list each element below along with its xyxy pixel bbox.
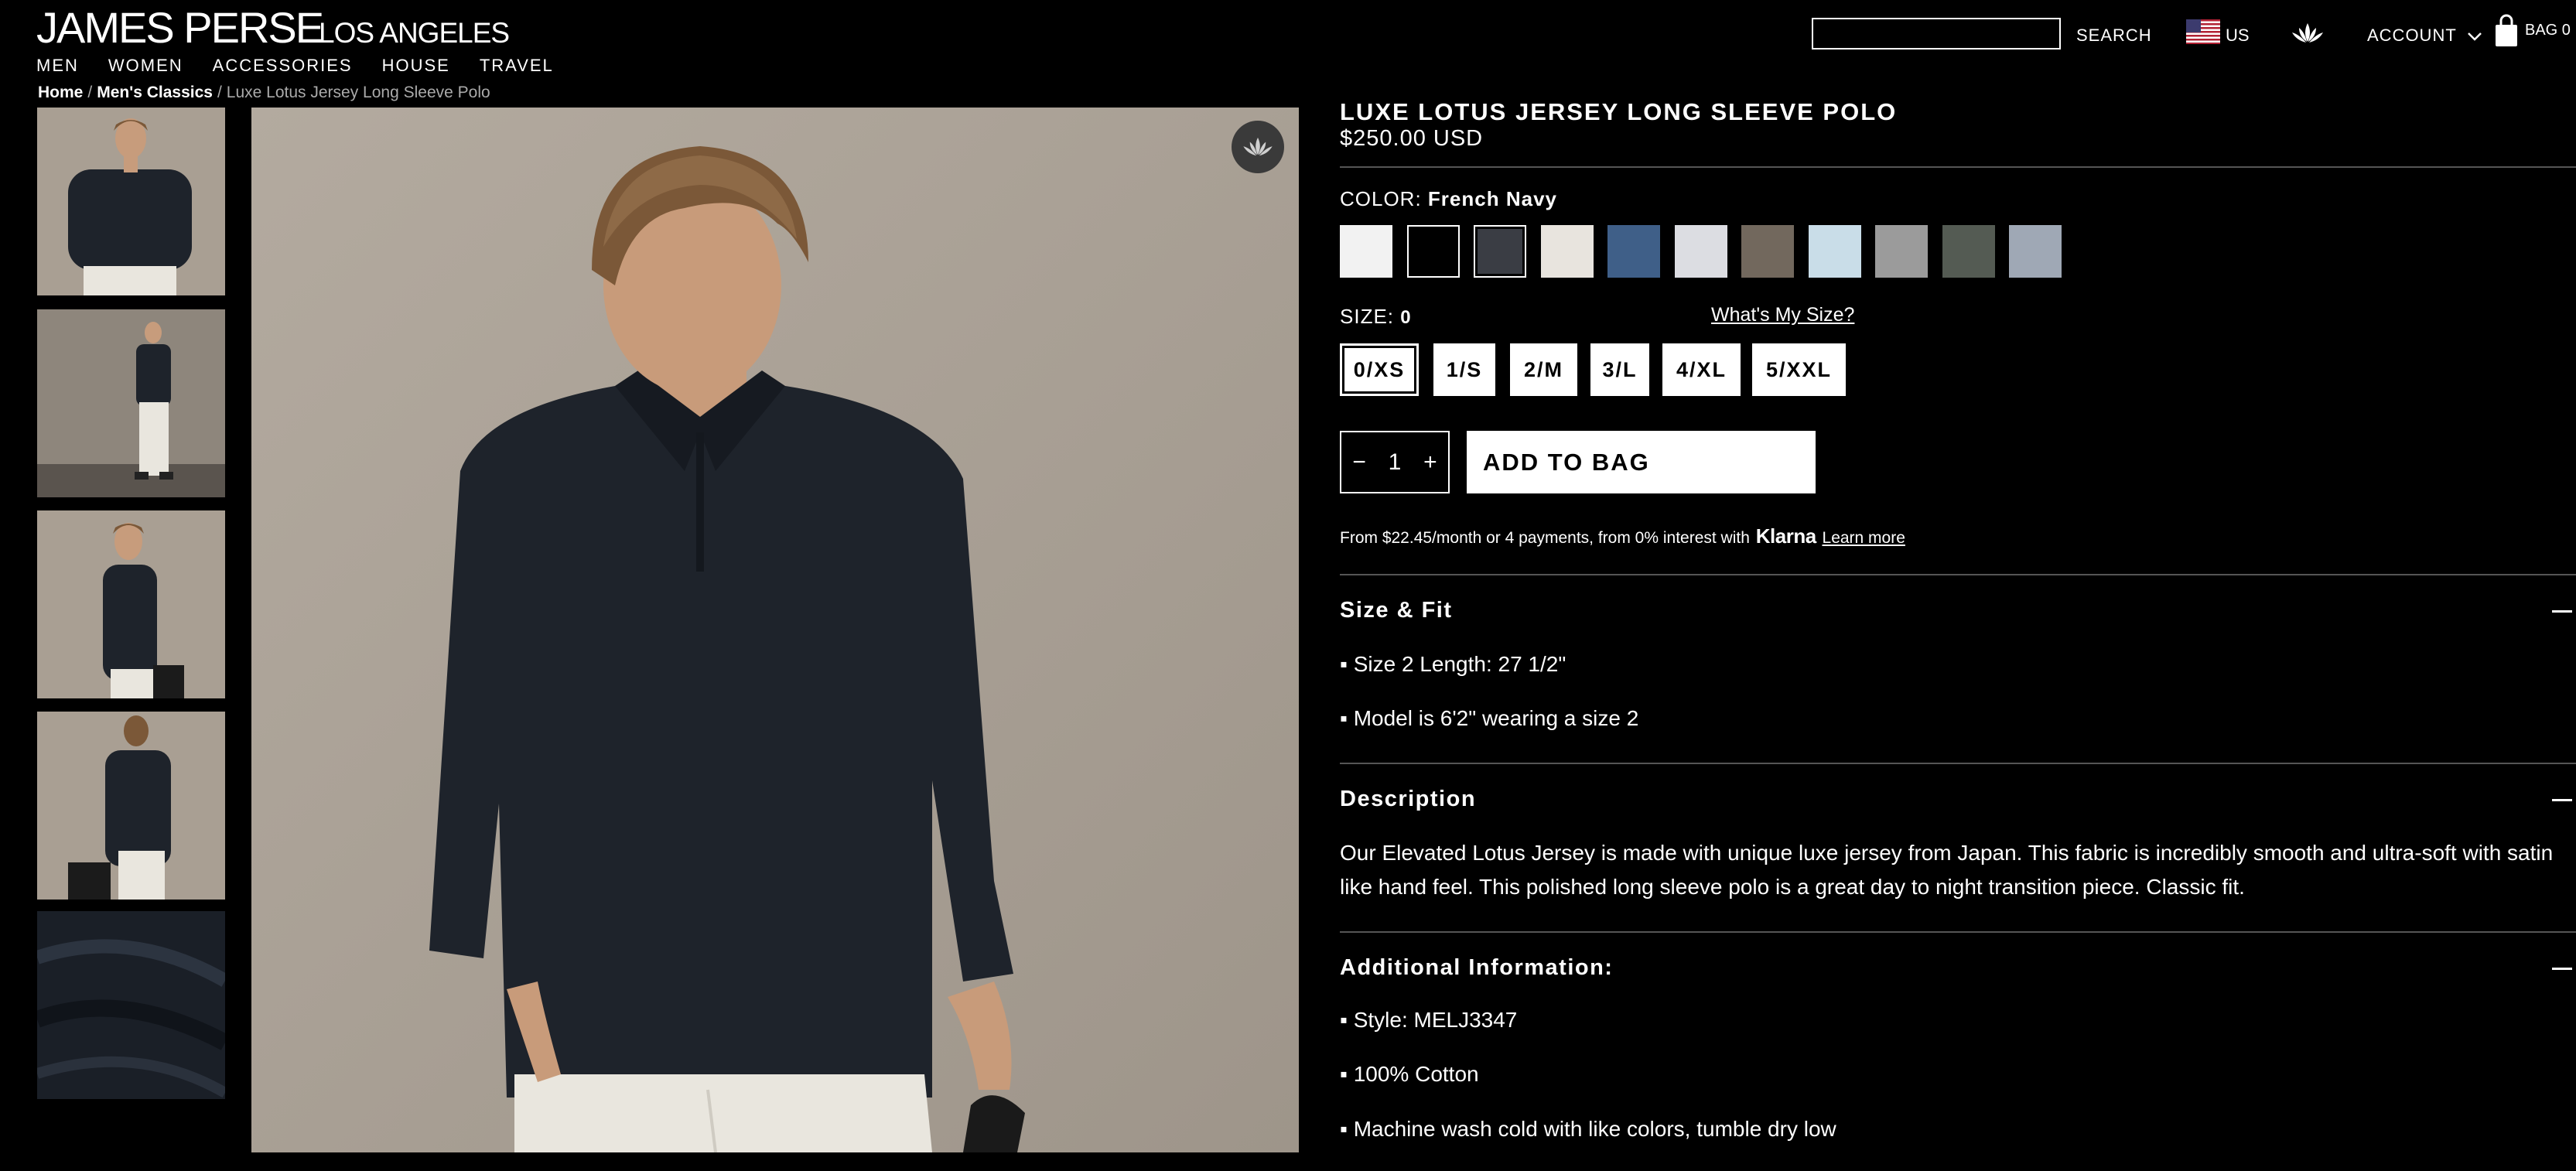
region-label[interactable]: US [2226, 26, 2250, 46]
breadcrumb-separator: / [87, 84, 93, 101]
nav-item-men[interactable]: MEN [36, 56, 79, 76]
selected-color: French Navy [1427, 187, 1557, 210]
color-swatch[interactable] [1541, 225, 1594, 278]
thumbnail-image [37, 712, 225, 900]
size-button-2-m[interactable]: 2/M [1510, 343, 1577, 396]
color-swatch[interactable] [1809, 225, 1861, 278]
whats-my-size-link[interactable]: What's My Size? [1711, 304, 1854, 326]
color-swatch[interactable] [2009, 225, 2062, 278]
us-flag-icon[interactable] [2186, 19, 2220, 44]
nav-item-women[interactable]: WOMEN [108, 56, 183, 76]
quantity-value: 1 [1388, 449, 1402, 475]
breadcrumb-current: Luxe Lotus Jersey Long Sleeve Polo [226, 84, 490, 101]
product-price: $250.00 USD [1340, 126, 1484, 151]
product-thumbnail[interactable] [37, 108, 225, 295]
bag-count[interactable]: BAG 0 [2525, 22, 2571, 39]
color-swatch[interactable] [1675, 225, 1727, 278]
description-accordion-header[interactable]: Description [1340, 787, 1476, 812]
color-label-text: COLOR: [1340, 187, 1422, 210]
add-to-bag-button[interactable]: ADD TO BAG [1467, 431, 1816, 493]
brand-logo-subtitle: LOS ANGELES [319, 17, 510, 49]
selected-size: 0 [1400, 307, 1412, 328]
product-thumbnail[interactable] [37, 510, 225, 698]
color-swatch[interactable] [1407, 225, 1460, 278]
divider [1340, 574, 2576, 575]
search-button[interactable]: SEARCH [2076, 26, 2152, 46]
breadcrumb-home[interactable]: Home [38, 84, 83, 101]
color-swatch[interactable] [1875, 225, 1928, 278]
product-thumbnail[interactable] [37, 911, 225, 1099]
brand-badge [1232, 121, 1284, 173]
additional-info-item: ▪ Style: MELJ3347 [1340, 1008, 1518, 1032]
product-thumbnail[interactable] [37, 712, 225, 900]
collapse-icon[interactable] [2552, 799, 2572, 801]
color-swatch[interactable] [1474, 225, 1526, 278]
main-nav: MEN WOMEN ACCESSORIES HOUSE TRAVEL [36, 56, 583, 76]
fabric-closeup-image [37, 911, 225, 1099]
size-button-3-l[interactable]: 3/L [1590, 343, 1649, 396]
chevron-down-icon [2467, 32, 2482, 41]
size-fit-item: ▪ Size 2 Length: 27 1/2" [1340, 652, 1566, 676]
thumbnail-image [37, 309, 225, 497]
quantity-decrease-button[interactable]: − [1352, 449, 1366, 476]
size-fit-accordion-header[interactable]: Size & Fit [1340, 598, 1453, 623]
size-button-0-xs[interactable]: 0/XS [1340, 343, 1419, 396]
color-swatch[interactable] [1942, 225, 1995, 278]
breadcrumb-separator: / [217, 84, 222, 101]
size-label-text: SIZE: [1340, 305, 1395, 328]
color-swatch[interactable] [1607, 225, 1660, 278]
brand-logo[interactable]: JAMES PERSE [36, 5, 324, 51]
quantity-stepper: − 1 + [1340, 431, 1450, 493]
account-label: ACCOUNT [2367, 26, 2457, 45]
thumbnail-image [37, 510, 225, 698]
nav-item-accessories[interactable]: ACCESSORIES [213, 56, 353, 76]
swatch-fill [1478, 229, 1522, 274]
lotus-icon[interactable] [2290, 22, 2325, 45]
product-title: LUXE LOTUS JERSEY LONG SLEEVE POLO [1340, 98, 1898, 125]
lotus-icon [1243, 137, 1273, 156]
search-input[interactable] [1812, 18, 2061, 50]
color-label: COLOR: French Navy [1340, 187, 1557, 211]
size-fit-item: ▪ Model is 6'2" wearing a size 2 [1340, 706, 1639, 730]
klarna-text: From $22.45/month or 4 payments, from 0%… [1340, 529, 1750, 547]
size-label: SIZE: 0 [1340, 305, 1412, 329]
product-thumbnail[interactable] [37, 309, 225, 497]
additional-info-item: ▪ Machine wash cold with like colors, tu… [1340, 1117, 1836, 1141]
size-button-4-xl[interactable]: 4/XL [1662, 343, 1741, 396]
shopping-bag-icon[interactable] [2494, 14, 2519, 48]
thumbnail-image [37, 108, 225, 295]
quantity-increase-button[interactable]: + [1423, 449, 1437, 476]
nav-item-house[interactable]: HOUSE [382, 56, 450, 76]
size-button-5-xxl[interactable]: 5/XXL [1752, 343, 1846, 396]
divider [1340, 931, 2576, 933]
model-photo [251, 108, 1299, 1152]
divider [1340, 166, 2576, 168]
collapse-icon[interactable] [2552, 610, 2572, 613]
klarna-logo: Klarna [1755, 524, 1816, 548]
additional-info-accordion-header[interactable]: Additional Information: [1340, 955, 1613, 981]
divider [1340, 763, 2576, 764]
color-swatch[interactable] [1340, 225, 1392, 278]
additional-info-item: ▪ 100% Cotton [1340, 1062, 1479, 1086]
breadcrumb: Home / Men's Classics / Luxe Lotus Jersey Lo… [38, 84, 490, 102]
collapse-icon[interactable] [2552, 968, 2572, 970]
breadcrumb-category[interactable]: Men's Classics [97, 84, 213, 101]
nav-item-travel[interactable]: TRAVEL [480, 56, 554, 76]
klarna-financing: From $22.45/month or 4 payments, from 0%… [1340, 524, 1905, 548]
product-main-image[interactable] [251, 108, 1299, 1152]
account-menu[interactable]: ACCOUNT [2367, 26, 2482, 46]
color-swatch[interactable] [1741, 225, 1794, 278]
size-button-1-s[interactable]: 1/S [1433, 343, 1495, 396]
product-description: Our Elevated Lotus Jersey is made with u… [1340, 841, 2554, 899]
klarna-learn-more-link[interactable]: Learn more [1823, 529, 1905, 547]
